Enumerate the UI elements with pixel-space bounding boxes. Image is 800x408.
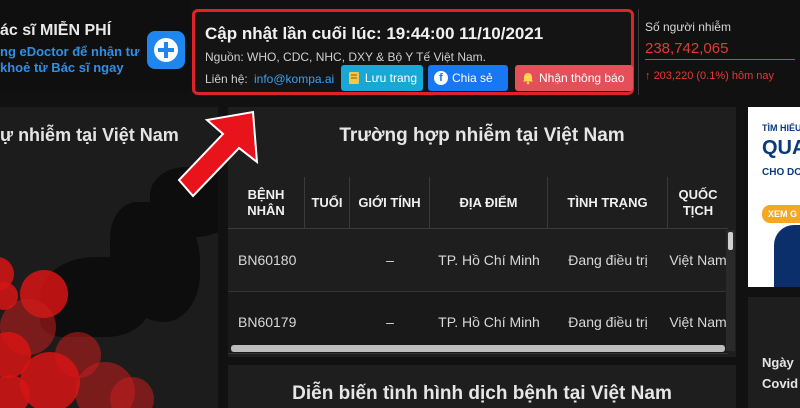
page: ác sĩ MIỄN PHÍ ng eDoctor để nhận tư kho… (0, 0, 800, 408)
data-source: Nguồn: WHO, CDC, NHC, DXY & Bộ Y Tế Việt… (205, 50, 486, 64)
cell-location: TP. Hồ Chí Minh (438, 252, 540, 268)
table-horizontal-scrollbar[interactable] (231, 345, 725, 352)
ad-view-button[interactable]: XEM G (762, 205, 800, 223)
facebook-icon: f (434, 71, 448, 85)
contact-email-link[interactable]: info@kompa.ai (254, 72, 334, 86)
news-panel[interactable]: Ngày Covid (748, 297, 800, 408)
cell-nationality: Việt Nam (669, 314, 727, 330)
map-title: ự nhiễm tại Việt Nam (0, 125, 179, 146)
ad-text-1: TÌM HIỂU (762, 123, 800, 133)
stats-underline (645, 59, 795, 60)
contact-label: Liên hệ: (205, 72, 248, 86)
header-location[interactable]: ĐỊA ĐIỂM (430, 177, 548, 229)
share-label: Chia sẻ (452, 71, 493, 85)
cell-gender: – (386, 314, 394, 330)
news-line-1: Ngày (762, 355, 794, 370)
development-title: Diễn biến tình hình dịch bệnh tại Việt N… (292, 383, 672, 404)
header-patient[interactable]: BỆNH NHÂN (228, 177, 305, 229)
table-row[interactable]: BN60180 – TP. Hồ Chí Minh Đang điều trị … (228, 230, 728, 292)
map-title-text: nhiễm tại Việt Nam (18, 125, 179, 145)
cell-gender: – (386, 252, 394, 268)
promo-line-3: khoẻ từ Bác sĩ ngay (0, 60, 124, 75)
table-header: BỆNH NHÂN TUỔI GIỚI TÍNH ĐỊA ĐIỂM TÌNH T… (228, 177, 728, 229)
medical-cross-icon[interactable] (147, 31, 185, 69)
save-page-button[interactable]: Lưu trang (341, 65, 423, 91)
arrow-up-icon: ↑ (645, 70, 654, 82)
infected-label: Số người nhiễm (645, 20, 731, 34)
map-title-prefix: ự (0, 125, 14, 145)
vertical-scroll-thumb[interactable] (728, 232, 733, 250)
table-body: BN60180 – TP. Hồ Chí Minh Đang điều trị … (228, 230, 728, 354)
save-page-label: Lưu trang (364, 71, 417, 85)
horizontal-scroll-thumb[interactable] (231, 345, 725, 352)
bookmark-icon (348, 72, 359, 84)
notify-label: Nhận thông báo (539, 71, 625, 85)
infected-stats: Số người nhiễm 238,742,065 ↑ 203,220 (0.… (638, 9, 800, 95)
promo-line-1: ác sĩ MIỄN PHÍ (0, 22, 112, 39)
header-gender[interactable]: GIỚI TÍNH (350, 177, 430, 229)
cell-patient: BN60180 (238, 252, 297, 268)
cell-age (305, 292, 350, 353)
vietnam-map-panel[interactable]: ự nhiễm tại Việt Nam (0, 107, 218, 408)
cell-nationality: Việt Nam (669, 252, 727, 268)
header-age[interactable]: TUỔI (305, 177, 350, 229)
header-nationality[interactable]: QUỐC TỊCH (668, 177, 728, 229)
notify-button[interactable]: Nhận thông báo (515, 65, 633, 91)
infected-delta: ↑ 203,220 (0.1%) hôm nay (645, 70, 774, 82)
bell-icon (523, 73, 533, 85)
advertisement-banner[interactable]: TÌM HIỂU QUA CHO DO XEM G (748, 107, 800, 287)
cell-status: Đang điều trị (568, 314, 648, 330)
ad-image (774, 225, 800, 287)
update-info-box: Cập nhật lần cuối lúc: 19:44:00 11/10/20… (192, 9, 634, 95)
table-vertical-scrollbar[interactable] (726, 230, 735, 351)
case-marker[interactable] (110, 377, 154, 408)
promo-line-2: ng eDoctor để nhận tư (0, 44, 140, 59)
vietnam-cases-table-panel: Trường hợp nhiễm tại Việt Nam BỆNH NHÂN … (228, 107, 736, 357)
development-panel: Diễn biến tình hình dịch bệnh tại Việt N… (228, 365, 736, 408)
ad-text-3: CHO DO (762, 167, 800, 178)
cell-status: Đang điều trị (568, 252, 648, 268)
infected-delta-text: 203,220 (0.1%) hôm nay (653, 70, 775, 82)
cell-location: TP. Hồ Chí Minh (438, 314, 540, 330)
header-status[interactable]: TÌNH TRẠNG (548, 177, 668, 229)
share-button[interactable]: f Chia sẻ (428, 65, 508, 91)
news-line-2: Covid (762, 376, 799, 391)
ad-text-2: QUA (762, 137, 800, 159)
cases-table-title: Trường hợp nhiễm tại Việt Nam (339, 125, 625, 146)
cell-patient: BN60179 (238, 314, 297, 330)
last-updated-title: Cập nhật lần cuối lúc: 19:44:00 11/10/20… (205, 24, 544, 43)
edoctor-promo[interactable]: ác sĩ MIỄN PHÍ ng eDoctor để nhận tư kho… (0, 0, 190, 92)
cell-age (305, 230, 350, 291)
infected-total: 238,742,065 (645, 40, 729, 57)
